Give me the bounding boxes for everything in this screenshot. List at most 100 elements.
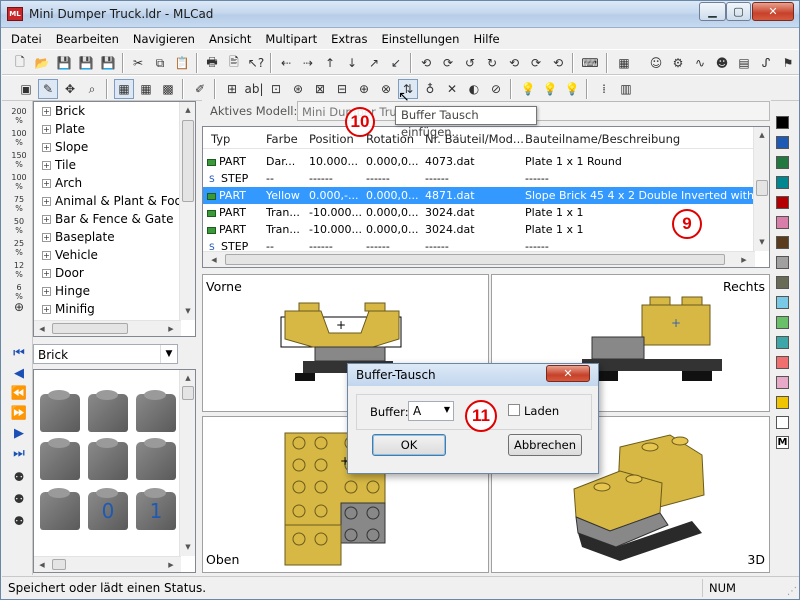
color-swatch[interactable] [776, 236, 789, 249]
scroll-right-arrow-icon[interactable]: ▶ [164, 322, 178, 336]
brick-tool-icon[interactable]: ▦ [614, 53, 634, 73]
paste-icon[interactable]: 📋 [172, 53, 192, 73]
move-right-icon[interactable]: ⇢ [298, 53, 318, 73]
resize-grip-icon[interactable]: ⋰ [787, 586, 797, 597]
zoom-200-icon[interactable]: 200% [8, 107, 30, 125]
scroll-thumb[interactable] [756, 180, 768, 196]
scroll-left-arrow-icon[interactable]: ◀ [35, 322, 49, 336]
rotate-reset-icon[interactable]: ⟲ [548, 53, 568, 73]
chevron-down-icon[interactable]: ▼ [444, 405, 450, 414]
part-thumbnail[interactable] [40, 390, 80, 432]
insert-part-icon[interactable]: ⊞ [222, 79, 242, 99]
save-icon[interactable]: 💾 [54, 53, 74, 73]
insert-group-icon[interactable]: ◐ [464, 79, 484, 99]
gears-icon[interactable]: ⚙ [668, 53, 688, 73]
fast-forward-icon[interactable]: ⏩ [8, 405, 30, 423]
color-swatch[interactable] [776, 376, 789, 389]
scroll-left-arrow-icon[interactable]: ◀ [35, 558, 49, 572]
save-as-icon[interactable]: 💾 [76, 53, 96, 73]
maximize-button[interactable]: ▢ [726, 2, 751, 21]
light-bulb-icon[interactable]: 💡 [518, 79, 538, 99]
menu-multipart[interactable]: Multipart [258, 29, 324, 49]
zoom-fit-icon[interactable]: ⊕ [8, 301, 30, 321]
color-swatch[interactable] [776, 116, 789, 129]
menu-extras[interactable]: Extras [324, 29, 374, 49]
rewind-icon[interactable]: ⏪ [8, 385, 30, 403]
grid-fine-icon[interactable]: ▩ [158, 79, 178, 99]
tree-item-baseplate[interactable]: + Baseplate [42, 228, 115, 246]
tree-item-arch[interactable]: + Arch [42, 174, 82, 192]
part-thumbnail[interactable] [88, 438, 128, 480]
more-colors-button[interactable]: M [776, 436, 789, 449]
zoom-100b-icon[interactable]: 100% [8, 173, 30, 191]
scroll-thumb[interactable] [182, 386, 194, 400]
zoom-100-icon[interactable]: 100% [8, 129, 30, 147]
tree-item-hinge[interactable]: + Hinge [42, 282, 90, 300]
zoom-12-icon[interactable]: 12% [8, 261, 30, 279]
column-header-description[interactable]: Bauteilname/Beschreibung [525, 132, 680, 146]
people2-icon[interactable]: ⚉ [8, 493, 30, 513]
view-select-icon[interactable]: ▣ [16, 79, 36, 99]
grid-coarse-icon[interactable]: ▦ [114, 79, 134, 99]
scroll-up-arrow-icon[interactable]: ▲ [755, 128, 769, 142]
load-checkbox[interactable] [508, 404, 520, 416]
rotate-free-icon[interactable]: ⟲ [504, 53, 524, 73]
light-bulb-dim-icon[interactable]: 💡 [562, 79, 582, 99]
insert-text-icon[interactable]: ab| [244, 79, 264, 99]
cut-icon[interactable]: ✂ [128, 53, 148, 73]
zoom-view-icon[interactable]: ⌕ [82, 79, 102, 99]
tree-item-slope[interactable]: + Slope [42, 138, 88, 156]
minifig-icon[interactable]: ☺ [646, 53, 666, 73]
insert-step-icon[interactable]: ⊡ [266, 79, 286, 99]
zoom-25-icon[interactable]: 25% [8, 239, 30, 257]
menu-navigieren[interactable]: Navigieren [126, 29, 202, 49]
part-thumbnail[interactable]: 0 [88, 488, 128, 530]
scroll-right-arrow-icon[interactable]: ▶ [737, 253, 751, 267]
color-swatch[interactable] [776, 156, 789, 169]
table-row[interactable]: PART Dar... 10.000... 0.000,0... 4073.da… [203, 153, 755, 170]
insert-save-icon[interactable]: ⊕ [354, 79, 374, 99]
insert-clear-icon[interactable]: ⊠ [310, 79, 330, 99]
menu-hilfe[interactable]: Hilfe [466, 29, 506, 49]
people3-icon[interactable]: ⚉ [8, 515, 30, 535]
tree-vscrollbar[interactable]: ▲ ▼ [179, 102, 195, 320]
grid-medium-icon[interactable]: ▦ [136, 79, 156, 99]
rotate-x-icon[interactable]: ⟲ [416, 53, 436, 73]
list-hscrollbar[interactable]: ◀ ▶ [203, 251, 755, 267]
column-header-type[interactable]: Typ [211, 132, 230, 146]
move-left-icon[interactable]: ⇠ [276, 53, 296, 73]
print-icon[interactable]: 🖶 [202, 53, 222, 73]
open-file-icon[interactable]: 📂 [32, 53, 52, 73]
dotted-grid-icon[interactable]: ⁞ [594, 79, 614, 99]
next-step-icon[interactable]: ▶ [8, 425, 30, 443]
dialog-close-button[interactable]: ✕ [546, 365, 590, 382]
tree-item-animal[interactable]: + Animal & Plant & Food [42, 192, 190, 210]
last-step-icon[interactable]: ⏭ [8, 445, 30, 463]
people-icon[interactable]: ⚉ [8, 471, 30, 491]
new-file-icon[interactable]: 🗋 [10, 53, 30, 73]
zoom-6-icon[interactable]: 6% [8, 283, 30, 301]
hscroll-thumb[interactable] [225, 254, 725, 265]
column-header-color[interactable]: Farbe [266, 132, 298, 146]
menu-datei[interactable]: Datei [4, 29, 49, 49]
delete-group-icon[interactable]: ⊘ [486, 79, 506, 99]
rotate-z2-icon[interactable]: ↻ [482, 53, 502, 73]
tree-item-tile[interactable]: + Tile [42, 156, 76, 174]
part-thumbnail[interactable] [136, 438, 176, 480]
prev-step-icon[interactable]: ◀ [8, 365, 30, 383]
menu-ansicht[interactable]: Ansicht [202, 29, 258, 49]
sticker-icon[interactable]: ▤ [734, 53, 754, 73]
color-swatch[interactable] [776, 256, 789, 269]
color-swatch[interactable] [776, 216, 789, 229]
help-pointer-icon[interactable]: ↖? [246, 53, 266, 73]
color-swatch[interactable] [776, 416, 789, 429]
scroll-down-arrow-icon[interactable]: ▼ [755, 235, 769, 249]
tree-item-minifig[interactable]: + Minifig [42, 300, 95, 318]
color-swatch[interactable] [776, 396, 789, 409]
rotate-y-icon[interactable]: ⟳ [438, 53, 458, 73]
menu-einstellungen[interactable]: Einstellungen [374, 29, 466, 49]
grid-vscrollbar[interactable]: ▲ ▼ [179, 370, 195, 556]
title-bar[interactable]: ML Mini Dumper Truck.ldr - MLCad ▁ ▢ ✕ [1, 1, 799, 28]
tree-item-door[interactable]: + Door [42, 264, 84, 282]
move-up-icon[interactable]: ↑ [320, 53, 340, 73]
